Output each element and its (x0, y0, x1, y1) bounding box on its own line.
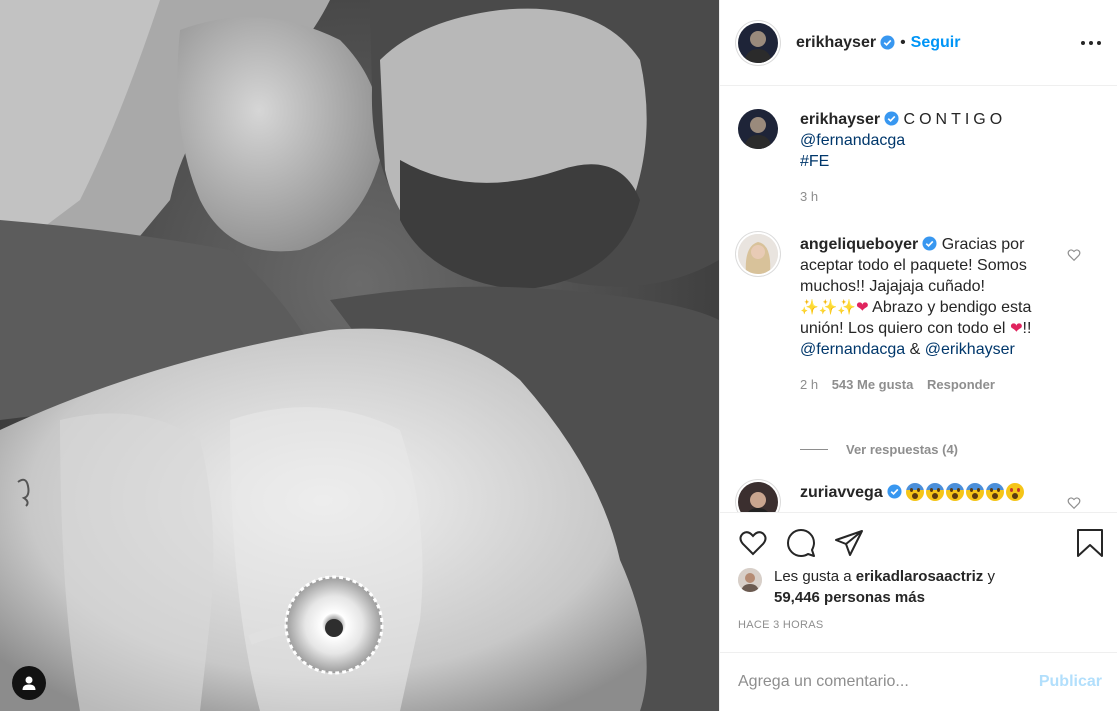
comment-body: zuriavvega (800, 482, 1060, 512)
comment-text: !! (1022, 320, 1032, 337)
likes-text: Les gusta a erikadlarosaactriz y 59,446 … (774, 566, 995, 608)
instagram-post: erikhayser • Seguir erikhayser CONTIGO @… (0, 0, 1117, 711)
star-struck-emoji (1006, 483, 1025, 501)
screaming-face-emoji (966, 483, 985, 501)
avatar-image (738, 22, 778, 63)
comment-meta: 2 h 543 Me gusta Responder (800, 374, 1060, 395)
like-comment-heart-icon[interactable] (1067, 248, 1081, 262)
caption-mention[interactable]: @fernandacga (800, 132, 905, 149)
comment-item: angeliqueboyer Gracias por aceptar todo … (738, 234, 1108, 395)
likes-count[interactable]: 59,446 personas más (774, 589, 925, 606)
verified-badge-icon (922, 236, 937, 251)
screaming-face-emoji (986, 483, 1005, 501)
publish-button[interactable]: Publicar (1039, 673, 1102, 691)
replies-divider (800, 449, 828, 450)
post-sidebar: erikhayser • Seguir erikhayser CONTIGO @… (719, 0, 1117, 711)
likes-prefix: Les gusta a (774, 568, 852, 585)
comments-list: erikhayser CONTIGO @fernandacga #FE 3 h (720, 87, 1117, 512)
avatar-image (738, 482, 778, 512)
caption: erikhayser CONTIGO @fernandacga #FE 3 h (738, 109, 1108, 207)
red-heart-emoji: ❤ (1009, 320, 1023, 337)
likes-summary: Les gusta a erikadlarosaactriz y 59,446 … (738, 566, 995, 608)
like-heart-icon[interactable] (738, 528, 768, 558)
user-icon (22, 676, 36, 690)
verified-badge-icon (887, 484, 902, 499)
author-username[interactable]: erikhayser (796, 34, 876, 52)
comment-bubble-icon[interactable] (786, 528, 816, 558)
follow-button[interactable]: Seguir (911, 34, 961, 52)
caption-username[interactable]: erikhayser (800, 111, 880, 128)
post-header: erikhayser • Seguir (720, 0, 1117, 86)
likes-conj: y (987, 568, 995, 585)
more-options-icon[interactable] (1081, 33, 1101, 53)
add-comment-bar: Publicar (720, 652, 1117, 711)
comment-item: zuriavvega (738, 482, 1108, 512)
caption-body: erikhayser CONTIGO @fernandacga #FE 3 h (800, 109, 1060, 207)
screaming-face-emoji (906, 483, 925, 501)
more-dot (1097, 41, 1101, 45)
engagement-photo (0, 0, 719, 711)
screaming-face-emoji (926, 483, 945, 501)
caption-hashtag[interactable]: #FE (800, 153, 829, 170)
avatar-image (738, 234, 778, 274)
post-photo[interactable] (0, 0, 719, 711)
author-avatar[interactable] (738, 22, 778, 63)
red-heart-emoji: ❤ (856, 299, 869, 316)
avatar-image (738, 109, 778, 149)
caption-meta: 3 h (800, 186, 1060, 207)
tagged-users-button[interactable] (12, 666, 46, 700)
comment-username[interactable]: zuriavvega (800, 484, 883, 501)
comment-time[interactable]: 2 h (800, 377, 818, 392)
save-bookmark-icon[interactable] (1075, 528, 1105, 558)
more-dot (1081, 41, 1085, 45)
comment-avatar[interactable] (738, 482, 778, 512)
post-timestamp[interactable]: HACE 3 HORAS (738, 619, 824, 631)
reply-button[interactable]: Responder (927, 377, 995, 392)
post-actions (720, 512, 1117, 572)
comment-mention[interactable]: @fernandacga (800, 341, 905, 358)
comment-text: & (909, 341, 921, 358)
verified-badge-icon (884, 111, 899, 126)
liker-avatar[interactable] (738, 568, 762, 592)
comment-body: angeliqueboyer Gracias por aceptar todo … (800, 234, 1060, 395)
avatar-image (738, 568, 762, 592)
comment-username[interactable]: angeliqueboyer (800, 236, 918, 253)
comment-avatar[interactable] (738, 234, 778, 274)
verified-badge-icon (880, 35, 895, 50)
sparkles-emoji: ✨✨✨ (800, 299, 857, 316)
liker-username[interactable]: erikadlarosaactriz (856, 568, 984, 585)
comment-likes[interactable]: 543 Me gusta (832, 377, 914, 392)
caption-time[interactable]: 3 h (800, 189, 818, 204)
caption-avatar[interactable] (738, 109, 778, 149)
separator-dot: • (900, 33, 906, 51)
more-dot (1089, 41, 1093, 45)
like-comment-heart-icon[interactable] (1067, 496, 1081, 510)
comment-input[interactable] (738, 673, 1028, 691)
view-replies-button[interactable]: Ver respuestas (4) (800, 442, 958, 457)
share-paper-plane-icon[interactable] (834, 528, 864, 558)
screaming-face-emoji (946, 483, 965, 501)
view-replies-label: Ver respuestas (4) (846, 442, 959, 457)
caption-text: CONTIGO (903, 111, 1007, 128)
comment-mention[interactable]: @erikhayser (925, 341, 1015, 358)
